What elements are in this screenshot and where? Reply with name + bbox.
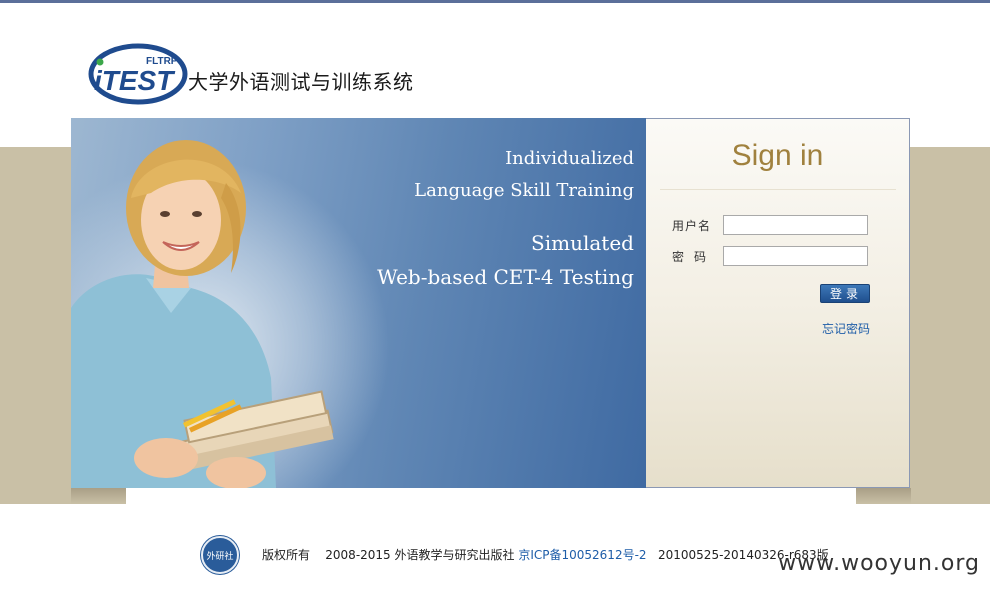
system-name: 大学外语测试与训练系统 [188, 70, 414, 94]
publisher-seal-icon: 外研社 [201, 536, 239, 574]
teacher-illustration [71, 140, 334, 488]
login-button[interactable]: 登录 [820, 284, 870, 303]
footer-copyright: 版权所有 [262, 548, 311, 562]
band-shadow-left [71, 488, 126, 504]
itest-logo-icon: FLTRP iTEST [88, 43, 188, 105]
signin-title: Sign in [731, 139, 824, 172]
tagline-cet4: Web-based CET-4 Testing [377, 265, 634, 289]
footer-icp-link[interactable]: 京ICP备10052612号-2 [518, 548, 646, 562]
footer: 版权所有 2008-2015 外语教学与研究出版社 京ICP备10052612号… [262, 546, 829, 563]
svg-text:iTEST: iTEST [94, 65, 176, 96]
tagline-language-skill: Language Skill Training [414, 180, 634, 201]
seal-text: 外研社 [206, 552, 234, 562]
footer-publisher: 2008-2015 外语教学与研究出版社 [325, 548, 515, 562]
watermark: www.wooyun.org [778, 551, 980, 576]
panel-divider [660, 189, 896, 190]
tagline-simulated: Simulated [531, 231, 634, 255]
username-input[interactable] [723, 215, 868, 235]
site-logo: FLTRP iTEST 大学外语测试与训练系统 [88, 42, 418, 106]
tagline-individualized: Individualized [505, 148, 634, 169]
forgot-password-link[interactable]: 忘记密码 [822, 320, 870, 337]
password-label: 密码 [672, 250, 717, 264]
signin-panel: Sign in 用户名 密码 登录 忘记密码 [646, 118, 910, 488]
password-input[interactable] [723, 246, 868, 266]
band-shadow-right [856, 488, 911, 504]
username-label: 用户名 [672, 219, 712, 233]
top-rule [0, 0, 990, 3]
band-under-strip [126, 488, 856, 504]
hero-banner: Individualized Language Skill Training S… [71, 118, 646, 488]
